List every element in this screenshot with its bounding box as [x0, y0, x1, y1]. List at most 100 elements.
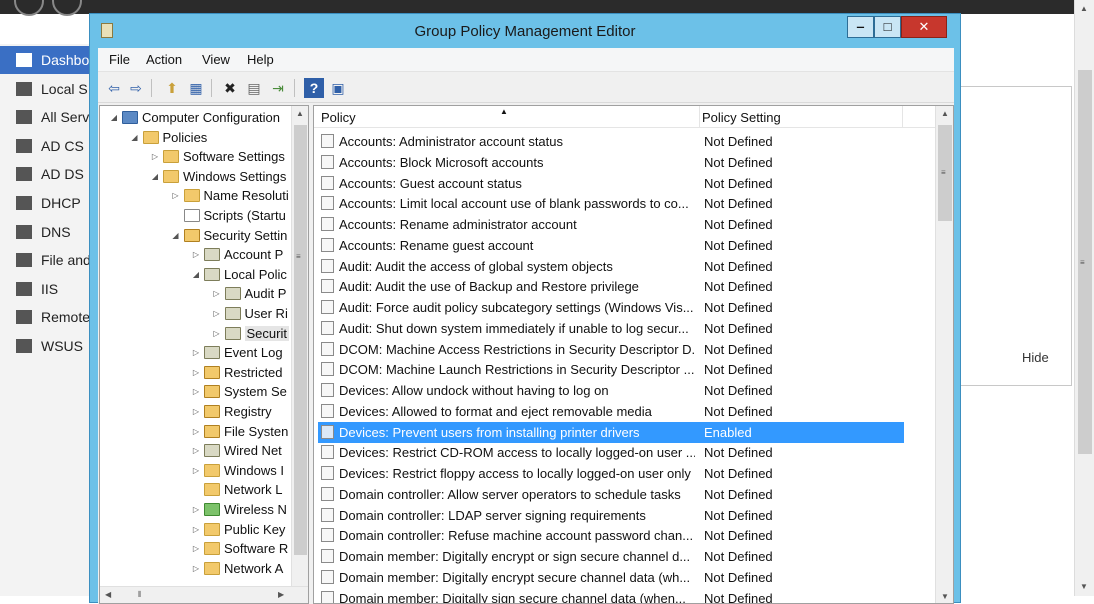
tree-node[interactable]: ▷Account P: [190, 245, 283, 264]
expand-arrow-icon[interactable]: ▷: [211, 284, 223, 303]
scroll-down-arrow-icon[interactable]: ▼: [1080, 582, 1088, 591]
tree-node[interactable]: ▷User Ri: [211, 304, 288, 323]
table-row[interactable]: Domain controller: Allow server operator…: [318, 484, 904, 505]
expand-arrow-icon[interactable]: ▷: [211, 304, 223, 323]
table-row[interactable]: Accounts: Rename guest accountNot Define…: [318, 235, 904, 256]
hide-link[interactable]: Hide: [1022, 350, 1049, 365]
forward-icon[interactable]: ⇨: [126, 78, 146, 98]
nav-item[interactable]: IIS: [0, 275, 92, 303]
expand-arrow-icon[interactable]: ▷: [190, 461, 202, 480]
delete-icon[interactable]: ✖: [220, 78, 240, 98]
tree-node[interactable]: ▷File Systen: [190, 422, 288, 441]
table-row[interactable]: Devices: Allow undock without having to …: [318, 380, 904, 401]
collapse-arrow-icon[interactable]: ◢: [190, 265, 202, 284]
expand-arrow-icon[interactable]: ▷: [190, 422, 202, 441]
tree-node[interactable]: ▷Restricted: [190, 363, 283, 382]
expand-arrow-icon[interactable]: ▷: [190, 441, 202, 460]
expand-arrow-icon[interactable]: ▷: [149, 147, 161, 166]
table-row[interactable]: Domain controller: Refuse machine accoun…: [318, 525, 904, 546]
menu-view[interactable]: View: [202, 52, 230, 67]
nav-item[interactable]: Local S: [0, 75, 92, 103]
properties-icon[interactable]: ▤: [244, 78, 264, 98]
tree-node[interactable]: ▷System Se: [190, 382, 287, 401]
list-vertical-scrollbar[interactable]: ▲ ≡ ▼: [935, 106, 953, 604]
tree-node[interactable]: ▷Windows I: [190, 461, 284, 480]
back-icon[interactable]: ⇦: [104, 78, 124, 98]
show-hide-tree-icon[interactable]: ▦: [186, 78, 206, 98]
nav-item[interactable]: AD CS: [0, 132, 92, 160]
tree-node[interactable]: Network L: [190, 480, 283, 499]
tree-node[interactable]: ◢Security Settin: [170, 226, 288, 245]
table-row[interactable]: Devices: Prevent users from installing p…: [318, 422, 904, 443]
list-scroll-up-icon[interactable]: ▲: [941, 109, 949, 118]
expand-arrow-icon[interactable]: ▷: [190, 402, 202, 421]
table-row[interactable]: Audit: Audit the access of global system…: [318, 256, 904, 277]
scroll-up-arrow-icon[interactable]: ▲: [1080, 4, 1088, 13]
nav-item[interactable]: DHCP: [0, 189, 92, 217]
tree-scroll-thumb[interactable]: [294, 125, 307, 555]
tree-node[interactable]: ◢Windows Settings: [149, 167, 286, 186]
tree-node[interactable]: ◢Policies: [129, 128, 208, 147]
table-row[interactable]: Devices: Allowed to format and eject rem…: [318, 401, 904, 422]
up-folder-icon[interactable]: ⬆: [162, 78, 182, 98]
tree-node[interactable]: ▷Name Resoluti: [170, 186, 289, 205]
tree-scroll-right-icon[interactable]: ▶: [278, 590, 284, 599]
expand-arrow-icon[interactable]: ▷: [190, 343, 202, 362]
table-row[interactable]: Devices: Restrict CD-ROM access to local…: [318, 442, 904, 463]
nav-item[interactable]: All Serv: [0, 103, 92, 131]
expand-arrow-icon[interactable]: ▷: [190, 382, 202, 401]
tree-node[interactable]: ◢Computer Configuration: [108, 108, 280, 127]
tree-vertical-scrollbar[interactable]: ▲ ≡: [291, 106, 308, 586]
export-list-icon[interactable]: ⇥: [268, 78, 288, 98]
expand-arrow-icon[interactable]: ▷: [190, 520, 202, 539]
tree-node[interactable]: ◢Local Polic: [190, 265, 287, 284]
menu-help[interactable]: Help: [247, 52, 274, 67]
table-row[interactable]: Accounts: Administrator account statusNo…: [318, 131, 904, 152]
nav-item[interactable]: Dashbo: [0, 46, 92, 74]
tree-horizontal-scrollbar[interactable]: ◀ ⦀ ▶: [100, 586, 309, 603]
background-scrollbar[interactable]: ▲ ≡ ▼: [1074, 0, 1094, 596]
tree-node[interactable]: ▷Registry: [190, 402, 272, 421]
list-scroll-down-icon[interactable]: ▼: [941, 592, 949, 601]
expand-arrow-icon[interactable]: ▷: [190, 559, 202, 578]
table-row[interactable]: Accounts: Guest account statusNot Define…: [318, 173, 904, 194]
table-row[interactable]: Audit: Shut down system immediately if u…: [318, 318, 904, 339]
tree-node[interactable]: ▷Network A: [190, 559, 283, 578]
table-row[interactable]: DCOM: Machine Access Restrictions in Sec…: [318, 339, 904, 360]
maximize-button[interactable]: □: [874, 16, 901, 38]
expand-arrow-icon[interactable]: ▷: [190, 363, 202, 382]
table-row[interactable]: Accounts: Block Microsoft accountsNot De…: [318, 152, 904, 173]
tree-node[interactable]: ▷Software R: [190, 539, 288, 558]
collapse-arrow-icon[interactable]: ◢: [108, 108, 120, 127]
collapse-arrow-icon[interactable]: ◢: [129, 128, 141, 147]
tree-node[interactable]: ▷Software Settings: [149, 147, 285, 166]
tree-scroll-left-icon[interactable]: ◀: [105, 590, 111, 599]
tree-node[interactable]: Scripts (Startu: [170, 206, 286, 225]
tree-node[interactable]: ▷Public Key: [190, 520, 285, 539]
tree-scroll-up-icon[interactable]: ▲: [296, 109, 304, 118]
nav-item[interactable]: AD DS: [0, 160, 92, 188]
help-icon[interactable]: ?: [304, 78, 324, 98]
back-circle-icon[interactable]: [14, 0, 44, 16]
table-row[interactable]: Domain controller: LDAP server signing r…: [318, 505, 904, 526]
console-tree[interactable]: ◢Computer Configuration◢Policies▷Softwar…: [99, 105, 309, 604]
table-row[interactable]: Domain member: Digitally encrypt secure …: [318, 567, 904, 588]
nav-item[interactable]: WSUS: [0, 332, 92, 360]
expand-arrow-icon[interactable]: ▷: [190, 500, 202, 519]
forward-circle-icon[interactable]: [52, 0, 82, 16]
expand-arrow-icon[interactable]: ▷: [211, 324, 223, 343]
table-row[interactable]: Devices: Restrict floppy access to local…: [318, 463, 904, 484]
menu-action[interactable]: Action: [146, 52, 182, 67]
collapse-arrow-icon[interactable]: ◢: [149, 167, 161, 186]
close-button[interactable]: ✕: [901, 16, 947, 38]
view-icon[interactable]: ▣: [328, 78, 348, 98]
table-row[interactable]: Audit: Audit the use of Backup and Resto…: [318, 276, 904, 297]
tree-node[interactable]: ▷Securit: [211, 324, 289, 343]
collapse-arrow-icon[interactable]: ◢: [170, 226, 182, 245]
table-row[interactable]: Audit: Force audit policy subcategory se…: [318, 297, 904, 318]
table-row[interactable]: Domain member: Digitally encrypt or sign…: [318, 546, 904, 567]
tree-node[interactable]: ▷Wireless N: [190, 500, 287, 519]
expand-arrow-icon[interactable]: ▷: [170, 186, 182, 205]
expand-arrow-icon[interactable]: ▷: [190, 539, 202, 558]
tree-node[interactable]: ▷Wired Net: [190, 441, 282, 460]
